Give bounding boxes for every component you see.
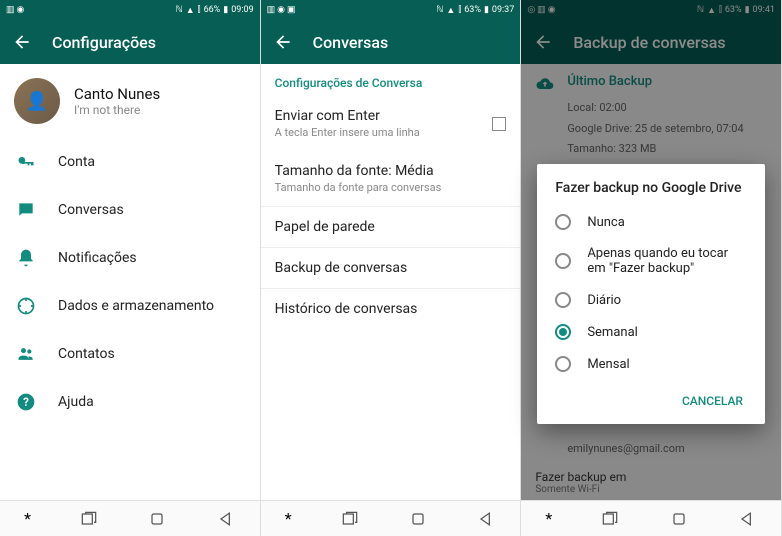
menu-contacts[interactable]: Contatos bbox=[0, 330, 260, 378]
nav-back-icon[interactable] bbox=[476, 509, 496, 529]
appbar-title: Conversas bbox=[313, 33, 389, 52]
radio-weekly[interactable]: Semanal bbox=[537, 316, 765, 348]
back-icon[interactable] bbox=[273, 32, 293, 52]
sim-icon: ▥ bbox=[267, 5, 276, 15]
backup-frequency-dialog: Fazer backup no Google Drive Nunca Apena… bbox=[537, 164, 765, 424]
help-icon: ? bbox=[16, 392, 36, 412]
item-enter-send[interactable]: Enviar com Enter A tecla Enter insere um… bbox=[261, 96, 521, 151]
contacts-icon bbox=[16, 344, 36, 364]
data-icon bbox=[16, 296, 36, 316]
screen-chats: ▥ ◉ ▣ ℕ ▲ ⫿ 63% ▮ 09:37 Conversas Config… bbox=[261, 0, 522, 536]
battery-text: 63% bbox=[464, 5, 481, 15]
profile-row[interactable]: 👤 Canto Nunes I'm not there bbox=[0, 64, 260, 138]
nav-recent-icon[interactable] bbox=[79, 509, 99, 529]
nav-bar: * bbox=[521, 500, 781, 536]
cancel-button[interactable]: CANCELAR bbox=[674, 388, 751, 414]
key-icon bbox=[16, 152, 36, 172]
item-title: Enviar com Enter bbox=[275, 108, 420, 124]
radio-label: Semanal bbox=[587, 325, 638, 340]
clock-text: 09:09 bbox=[231, 5, 253, 15]
item-title: Histórico de conversas bbox=[275, 301, 507, 317]
radio-icon bbox=[555, 253, 571, 269]
radio-monthly[interactable]: Mensal bbox=[537, 348, 765, 380]
checkbox[interactable] bbox=[492, 117, 506, 131]
nav-menu-icon[interactable]: * bbox=[545, 509, 552, 528]
menu-label: Ajuda bbox=[58, 394, 94, 410]
dialog-title: Fazer backup no Google Drive bbox=[537, 180, 765, 206]
app-icon: ◉ bbox=[277, 5, 285, 15]
item-wallpaper[interactable]: Papel de parede bbox=[261, 207, 521, 247]
radio-label: Mensal bbox=[587, 357, 629, 372]
nav-back-icon[interactable] bbox=[737, 509, 757, 529]
svg-text:?: ? bbox=[23, 395, 29, 409]
radio-icon bbox=[555, 292, 571, 308]
item-font-size[interactable]: Tamanho da fonte: Média Tamanho da fonte… bbox=[261, 151, 521, 206]
item-title: Backup de conversas bbox=[275, 260, 507, 276]
status-bar: ▥ ◉ ℕ ▲ ⫿ 66% ▮ 09:09 bbox=[0, 0, 260, 20]
nav-bar: * bbox=[0, 500, 260, 536]
item-backup[interactable]: Backup de conversas bbox=[261, 248, 521, 288]
item-history[interactable]: Histórico de conversas bbox=[261, 289, 521, 329]
radio-icon bbox=[555, 356, 571, 372]
nav-menu-icon[interactable]: * bbox=[285, 509, 292, 528]
item-title: Papel de parede bbox=[275, 219, 507, 235]
chat-icon bbox=[16, 200, 36, 220]
signal-icon: ⫿ bbox=[458, 5, 461, 15]
app-bar: Conversas bbox=[261, 20, 521, 64]
radio-icon bbox=[555, 214, 571, 230]
profile-name: Canto Nunes bbox=[74, 85, 160, 103]
menu-chats[interactable]: Conversas bbox=[0, 186, 260, 234]
signal-icon: ⫿ bbox=[198, 5, 201, 15]
nav-bar: * bbox=[261, 500, 521, 536]
nfc-icon: ℕ bbox=[436, 5, 443, 15]
status-bar: ▥ ◉ ▣ ℕ ▲ ⫿ 63% ▮ 09:37 bbox=[261, 0, 521, 20]
radio-label: Apenas quando eu tocar em "Fazer backup" bbox=[587, 246, 747, 276]
nav-home-icon[interactable] bbox=[669, 509, 689, 529]
app-icon: ◉ bbox=[17, 5, 25, 15]
menu-label: Notificações bbox=[58, 250, 137, 266]
wifi-icon: ▲ bbox=[446, 5, 455, 16]
battery-text: 66% bbox=[204, 5, 221, 15]
radio-daily[interactable]: Diário bbox=[537, 284, 765, 316]
profile-status: I'm not there bbox=[74, 103, 160, 117]
nav-menu-icon[interactable]: * bbox=[24, 509, 31, 528]
section-header: Configurações de Conversa bbox=[261, 64, 521, 96]
back-icon[interactable] bbox=[12, 32, 32, 52]
nav-recent-icon[interactable] bbox=[340, 509, 360, 529]
app-icon: ▣ bbox=[287, 5, 296, 15]
nav-back-icon[interactable] bbox=[216, 509, 236, 529]
radio-icon-selected bbox=[555, 324, 571, 340]
nav-home-icon[interactable] bbox=[408, 509, 428, 529]
menu-account[interactable]: Conta bbox=[0, 138, 260, 186]
menu-label: Conta bbox=[58, 154, 95, 170]
battery-icon: ▮ bbox=[484, 5, 489, 15]
nav-home-icon[interactable] bbox=[147, 509, 167, 529]
menu-data[interactable]: Dados e armazenamento bbox=[0, 282, 260, 330]
radio-label: Diário bbox=[587, 293, 621, 308]
menu-label: Contatos bbox=[58, 346, 115, 362]
item-subtitle: A tecla Enter insere uma linha bbox=[275, 126, 420, 139]
nfc-icon: ℕ bbox=[176, 5, 183, 15]
item-subtitle: Tamanho da fonte para conversas bbox=[275, 181, 507, 194]
avatar: 👤 bbox=[14, 78, 60, 124]
sim-icon: ▥ bbox=[6, 5, 15, 15]
menu-notifications[interactable]: Notificações bbox=[0, 234, 260, 282]
radio-manual[interactable]: Apenas quando eu tocar em "Fazer backup" bbox=[537, 238, 765, 284]
menu-label: Dados e armazenamento bbox=[58, 298, 214, 314]
menu-label: Conversas bbox=[58, 202, 124, 218]
menu-help[interactable]: ? Ajuda bbox=[0, 378, 260, 426]
nav-recent-icon[interactable] bbox=[600, 509, 620, 529]
wifi-icon: ▲ bbox=[186, 5, 195, 16]
battery-icon: ▮ bbox=[223, 5, 228, 15]
app-bar: Configurações bbox=[0, 20, 260, 64]
item-title: Tamanho da fonte: Média bbox=[275, 163, 507, 179]
screen-settings: ▥ ◉ ℕ ▲ ⫿ 66% ▮ 09:09 Configurações 👤 Ca… bbox=[0, 0, 261, 536]
screen-backup: ◎ ▥ ◉ ℕ ▲ ⫿ 63% ▮ 09:41 Backup de conver… bbox=[521, 0, 782, 536]
appbar-title: Configurações bbox=[52, 33, 156, 52]
bell-icon bbox=[16, 248, 36, 268]
clock-text: 09:37 bbox=[492, 5, 514, 15]
radio-label: Nunca bbox=[587, 215, 625, 230]
radio-never[interactable]: Nunca bbox=[537, 206, 765, 238]
